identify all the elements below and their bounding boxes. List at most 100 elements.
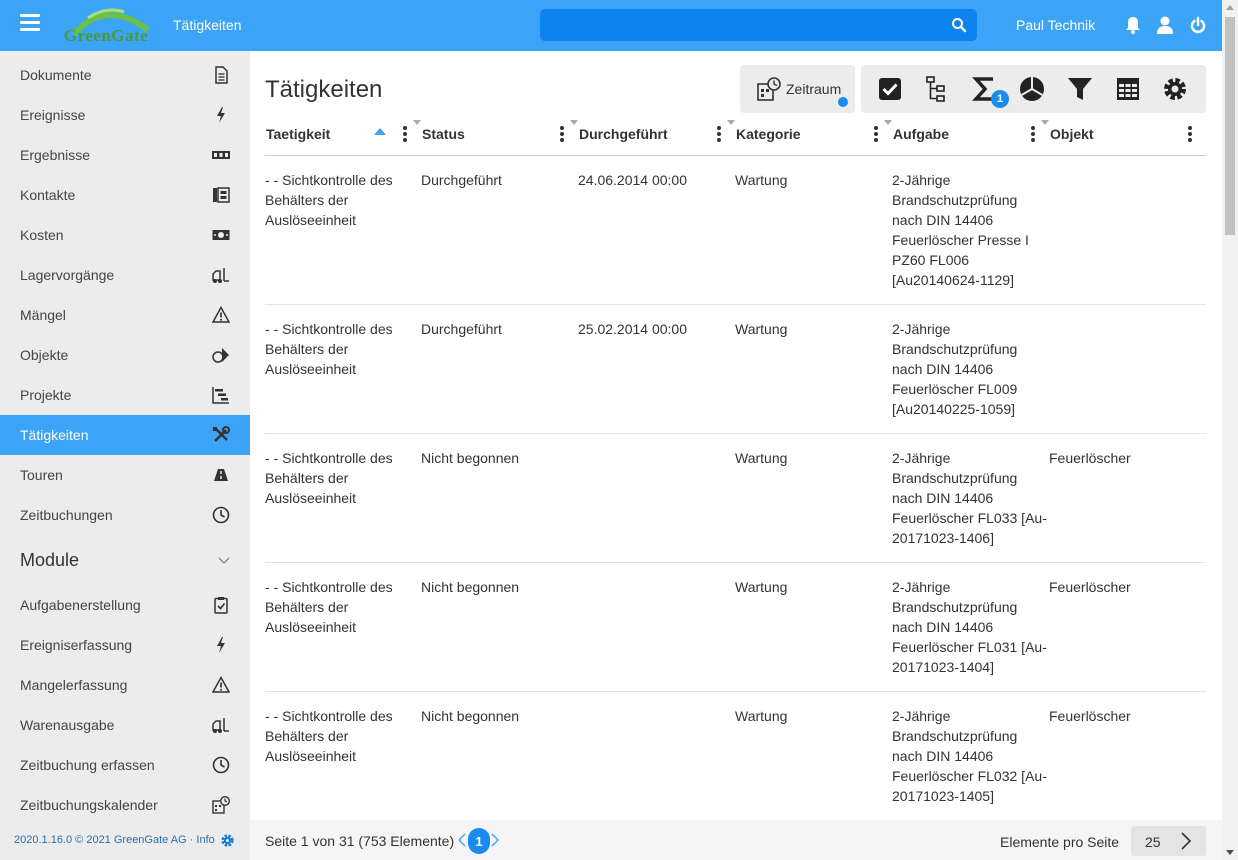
column-header-status[interactable]: Status	[413, 113, 576, 155]
sidebar-item-kontakte[interactable]: Kontakte	[0, 175, 250, 215]
cell-aufgabe: 2-Jährige Brandschutzprüfung nach DIN 1440…	[892, 450, 1047, 546]
tools-icon	[213, 426, 230, 442]
column-header-taetigkeit[interactable]: Taetigkeit	[265, 113, 420, 155]
main-content: Tätigkeiten Zeitraum 1 Taetigkeit Status	[250, 51, 1222, 860]
scroll-up-arrow[interactable]	[1226, 5, 1234, 10]
sidebar-item-label: Tätigkeiten	[20, 427, 89, 443]
calendar-clock-icon	[212, 796, 230, 814]
sum-button[interactable]: 1	[971, 75, 1009, 108]
column-menu-icon[interactable]	[874, 126, 878, 142]
column-menu-icon[interactable]	[717, 126, 721, 142]
gear-icon[interactable]	[220, 833, 235, 848]
column-menu-icon[interactable]	[1031, 126, 1035, 142]
power-icon[interactable]	[1189, 15, 1207, 35]
user-name[interactable]: Paul Technik	[1016, 17, 1095, 33]
cell-kategorie: Wartung	[735, 579, 788, 595]
sidebar-item-label: Ereigniserfassung	[20, 637, 133, 653]
zeitraum-button[interactable]: Zeitraum	[740, 65, 855, 113]
column-label: Status	[422, 126, 465, 142]
sidebar-item-ereignisse[interactable]: Ereignisse	[0, 95, 250, 135]
sidebar-item-dokumente[interactable]: Dokumente	[0, 55, 250, 95]
address-book-icon	[213, 187, 230, 203]
column-label: Aufgabe	[893, 126, 949, 142]
column-menu-icon[interactable]	[560, 126, 564, 142]
sidebar-item-lagervorgaenge[interactable]: Lagervorgänge	[0, 255, 250, 295]
cell-status: Durchgeführt	[421, 321, 502, 337]
version-info[interactable]: 2020.1.16.0 © 2021 GreenGate AG · Info	[14, 834, 215, 846]
module-section-header[interactable]: Module	[0, 540, 250, 580]
filter-icon[interactable]	[1066, 75, 1094, 103]
select-checkbox-icon[interactable]	[876, 75, 904, 103]
sidebar-item-taetigkeiten[interactable]: Tätigkeiten	[0, 415, 250, 455]
sidebar-item-label: Objekte	[20, 347, 69, 363]
per-page-select[interactable]: 25	[1131, 826, 1206, 856]
column-header-aufgabe[interactable]: Aufgabe	[884, 113, 1047, 155]
table-row[interactable]: - - Sichtkontrolle des Behälters der Auslö…	[265, 692, 1206, 814]
tree-structure-icon[interactable]	[923, 75, 951, 103]
table-row[interactable]: - - Sichtkontrolle des Behälters der Auslö…	[265, 305, 1206, 434]
chevron-down-icon[interactable]	[218, 554, 230, 566]
table-row[interactable]: - - Sichtkontrolle des Behälters der Auslö…	[265, 156, 1206, 305]
clock-icon	[212, 506, 230, 524]
sidebar-item-label: Aufgabenerstellung	[20, 597, 141, 613]
column-header-durchgefuehrt[interactable]: Durchgeführt	[570, 113, 733, 155]
cell-objekt: Feuerlöscher	[1049, 450, 1131, 466]
sort-ascending-icon[interactable]	[374, 128, 386, 135]
user-icon[interactable]	[1156, 15, 1174, 35]
per-page-label: Elemente pro Seite	[1000, 834, 1120, 850]
search-bar[interactable]	[540, 9, 977, 41]
sidebar-item-label: Lagervorgänge	[20, 267, 115, 283]
cell-taetigkeit: - - Sichtkontrolle des Behälters der Auslö…	[265, 321, 393, 377]
calendar-clock-icon	[757, 77, 781, 101]
sidebar-item-ereigniserfassung[interactable]: Ereigniserfassung	[0, 625, 250, 665]
column-header-objekt[interactable]: Objekt	[1041, 113, 1204, 155]
column-menu-icon[interactable]	[403, 126, 407, 142]
sidebar-item-touren[interactable]: Touren	[0, 455, 250, 495]
scroll-thumb[interactable]	[1225, 17, 1235, 235]
bell-icon[interactable]	[1124, 15, 1142, 35]
module-header-label: Module	[20, 549, 80, 570]
sidebar-item-zeitbuchungen[interactable]: Zeitbuchungen	[0, 495, 250, 535]
scroll-down-arrow[interactable]	[1226, 850, 1234, 855]
sidebar-item-warenausgabe[interactable]: Warenausgabe	[0, 705, 250, 745]
search-input[interactable]	[540, 9, 940, 41]
sidebar-item-maengel[interactable]: Mängel	[0, 295, 250, 335]
table-row[interactable]: - - Sichtkontrolle des Behälters der Auslö…	[265, 434, 1206, 563]
sidebar-item-objekte[interactable]: Objekte	[0, 335, 250, 375]
sidebar-item-projekte[interactable]: Projekte	[0, 375, 250, 415]
sidebar-item-kosten[interactable]: Kosten	[0, 215, 250, 255]
current-page-button[interactable]: 1	[468, 828, 490, 854]
document-icon	[215, 66, 228, 84]
sidebar-item-aufgabenerstellung[interactable]: Aufgabenerstellung	[0, 585, 250, 625]
sidebar-item-label: Zeitbuchung erfassen	[20, 757, 155, 773]
clock-icon	[212, 756, 230, 774]
settings-gear-icon[interactable]	[1161, 75, 1189, 103]
chevron-right-icon	[1181, 832, 1192, 850]
hamburger-menu-icon[interactable]	[20, 14, 40, 34]
page-info: Seite 1 von 31 (753 Elemente)	[265, 833, 455, 849]
table-row[interactable]: - - Sichtkontrolle des Behälters der Auslö…	[265, 563, 1206, 692]
per-page-value: 25	[1145, 834, 1161, 850]
column-header-kategorie[interactable]: Kategorie	[727, 113, 890, 155]
sidebar-item-zeitbuchungskalender[interactable]: Zeitbuchungskalender	[0, 785, 250, 825]
pagination-footer: Seite 1 von 31 (753 Elemente) 1 Elemente…	[250, 820, 1222, 860]
sidebar-item-zeitbuchung-erfassen[interactable]: Zeitbuchung erfassen	[0, 745, 250, 785]
pie-chart-icon[interactable]	[1018, 75, 1046, 103]
column-menu-icon[interactable]	[1188, 126, 1192, 142]
sum-badge: 1	[991, 90, 1009, 108]
sidebar-footer[interactable]: 2020.1.16.0 © 2021 GreenGate AG · Info	[0, 820, 250, 860]
cell-taetigkeit: - - Sichtkontrolle des Behälters der Auslö…	[265, 579, 393, 635]
cell-taetigkeit: - - Sichtkontrolle des Behälters der Auslö…	[265, 450, 393, 506]
cell-status: Nicht begonnen	[421, 708, 520, 724]
clipboard-check-icon	[214, 597, 228, 614]
chevron-right-icon[interactable]	[490, 833, 500, 847]
vertical-scrollbar[interactable]	[1222, 0, 1238, 860]
sidebar-item-ergebnisse[interactable]: Ergebnisse	[0, 135, 250, 175]
chevron-left-icon[interactable]	[457, 833, 467, 847]
search-icon[interactable]	[951, 17, 967, 33]
greengate-logo[interactable]: GreenGate	[60, 4, 152, 48]
table-columns-icon[interactable]	[1114, 75, 1142, 103]
zeitraum-active-dot	[838, 97, 848, 107]
sidebar-item-mangelerfassung[interactable]: Mangelerfassung	[0, 665, 250, 705]
logo-text: GreenGate	[63, 26, 149, 45]
